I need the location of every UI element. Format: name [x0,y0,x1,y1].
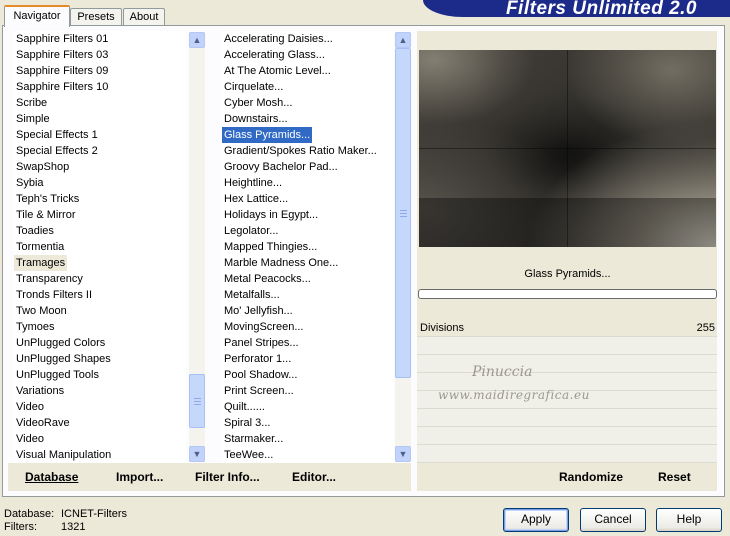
title-banner: Filters Unlimited 2.0 [423,0,730,17]
category-list-item[interactable]: Sapphire Filters 01 [14,31,186,47]
category-list-item[interactable]: Tormentia [14,239,186,255]
editor-button[interactable]: Editor... [292,470,336,484]
filter-info-button[interactable]: Filter Info... [195,470,260,484]
filter-list-item[interactable]: MovingScreen... [222,319,394,335]
filter-list-item[interactable]: Hex Lattice... [222,191,394,207]
category-list-item[interactable]: Sybia [14,175,186,191]
category-list-item[interactable]: Tronds Filters II [14,287,186,303]
filter-list-item[interactable]: Mo' Jellyfish... [222,303,394,319]
category-list-item[interactable]: UnPlugged Tools [14,367,186,383]
status-filters: Filters: 1321 [4,521,86,533]
filter-list-item[interactable]: Gradient/Spokes Ratio Maker... [222,143,394,159]
filter-list-item[interactable]: Cyber Mosh... [222,95,394,111]
filter-list-item[interactable]: Marble Madness One... [222,255,394,271]
category-list-item[interactable]: VideoRave [14,415,186,431]
filter-list[interactable]: Accelerating Daisies... Accelerating Glas… [222,31,394,463]
scroll-up-icon[interactable]: ▲ [395,32,411,48]
scroll-down-icon[interactable]: ▼ [395,446,411,462]
filter-list-item[interactable]: TeeWee... [222,447,394,463]
category-list[interactable]: Sapphire Filters 01 Sapphire Filters 03 Sa… [14,31,186,463]
database-button[interactable]: Database [25,470,78,484]
randomize-button[interactable]: Randomize [559,470,623,484]
category-list-item[interactable]: Two Moon [14,303,186,319]
filter-list-item[interactable]: Quilt...... [222,399,394,415]
filter-list-item[interactable]: Holidays in Egypt... [222,207,394,223]
filter-list-item[interactable]: Mapped Thingies... [222,239,394,255]
filter-list-item[interactable]: Accelerating Daisies... [222,31,394,47]
category-list-item[interactable]: Video [14,399,186,415]
filter-list-item[interactable]: Groovy Bachelor Pad... [222,159,394,175]
category-list-item[interactable]: Special Effects 2 [14,143,186,159]
tab-navigator[interactable]: Navigator [4,5,70,27]
import-button[interactable]: Import... [116,470,163,484]
filter-list-item[interactable]: Starmaker... [222,431,394,447]
category-list-item[interactable]: Toadies [14,223,186,239]
selected-filter-name: Glass Pyramids... [524,268,611,280]
cancel-button[interactable]: Cancel [580,508,646,532]
category-list-item[interactable]: Visual Manipulation [14,447,186,463]
filter-list-item[interactable]: Metal Peacocks... [222,271,394,287]
help-button[interactable]: Help [656,508,722,532]
category-list-item[interactable]: Teph's Tricks [14,191,186,207]
category-list-item[interactable]: SwapShop [14,159,186,175]
category-list-item[interactable]: Simple [14,111,186,127]
filter-list-item[interactable]: At The Atomic Level... [222,63,394,79]
filter-list-item[interactable]: Print Screen... [222,383,394,399]
banner-title: Filters Unlimited 2.0 [505,0,697,17]
category-scrollbar[interactable]: ▲ ▼ [189,32,205,462]
filter-list-item[interactable]: Downstairs... [222,111,394,127]
param-value: 255 [696,322,715,334]
category-list-item[interactable]: Tramages [14,255,186,271]
filter-list-item[interactable]: Perforator 1... [222,351,394,367]
watermark: Pinuccia www.maidiregrafica.eu [438,364,590,402]
scroll-thumb[interactable] [395,48,411,378]
category-list-item[interactable]: UnPlugged Shapes [14,351,186,367]
filter-list-item[interactable]: Metalfalls... [222,287,394,303]
category-list-item[interactable]: Special Effects 1 [14,127,186,143]
filter-list-item[interactable]: Pool Shadow... [222,367,394,383]
filter-list-item[interactable]: Panel Stripes... [222,335,394,351]
category-list-item[interactable]: UnPlugged Colors [14,335,186,351]
tab-presets[interactable]: Presets [70,8,122,26]
scroll-up-icon[interactable]: ▲ [189,32,205,48]
category-list-item[interactable]: Sapphire Filters 09 [14,63,186,79]
filter-list-item[interactable]: Heightline... [222,175,394,191]
category-list-item[interactable]: Variations [14,383,186,399]
category-list-item[interactable]: Tile & Mirror [14,207,186,223]
filter-list-item[interactable]: Glass Pyramids... [222,127,394,143]
category-list-item[interactable]: Video [14,431,186,447]
tab-about[interactable]: About [123,8,165,26]
filter-list-item[interactable]: Cirquelate... [222,79,394,95]
param-label: Divisions [420,322,465,334]
status-database: Database: ICNET-Filters [4,508,127,520]
category-list-item[interactable]: Sapphire Filters 03 [14,47,186,63]
preview-image [419,50,716,247]
category-list-item[interactable]: Scribe [14,95,186,111]
filter-list-item[interactable]: Spiral 3... [222,415,394,431]
filter-scrollbar[interactable]: ▲ ▼ [395,32,411,462]
parameter-row-divisions[interactable]: Divisions 255 [417,319,717,337]
scroll-thumb[interactable] [189,374,205,428]
category-list-item[interactable]: Tymoes [14,319,186,335]
category-list-item[interactable]: Sapphire Filters 10 [14,79,186,95]
scroll-down-icon[interactable]: ▼ [189,446,205,462]
progress-bar [418,289,717,299]
filter-list-item[interactable]: Accelerating Glass... [222,47,394,63]
reset-button[interactable]: Reset [658,470,691,484]
category-list-item[interactable]: Transparency [14,271,186,287]
filter-list-item[interactable]: Legolator... [222,223,394,239]
apply-button[interactable]: Apply [503,508,569,532]
